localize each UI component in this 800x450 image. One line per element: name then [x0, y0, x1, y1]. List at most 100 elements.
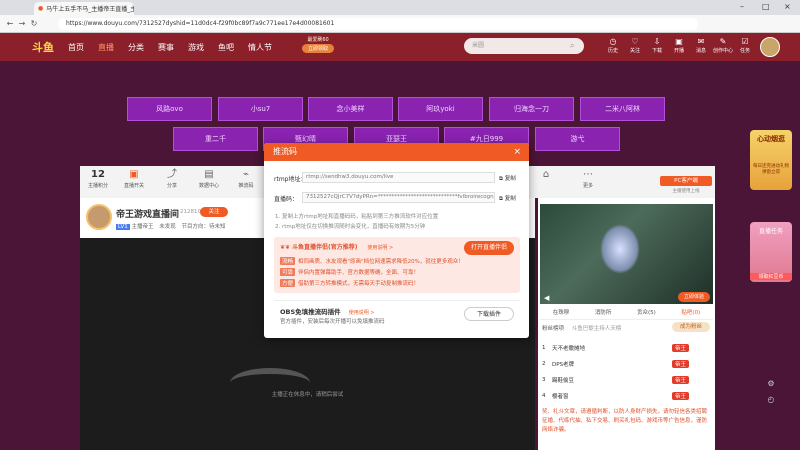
- tab-title: 马牛上五手不马_主播帝王直播_主: [46, 6, 134, 13]
- stream-code-icon: ⌁: [242, 169, 250, 180]
- streamer-title: 帝王游戏直播间: [116, 210, 180, 220]
- url-input[interactable]: https://www.douyu.com/7312527dyshid=11d0…: [58, 17, 698, 30]
- live-switch-button[interactable]: ▣ 直播开关: [120, 168, 148, 189]
- live-switch-icon: ▣: [129, 169, 139, 180]
- window-close-icon[interactable]: ×: [784, 2, 791, 11]
- data-center-button[interactable]: ▤ 数据中心: [194, 168, 224, 189]
- obs-desc: 官方插件，安装后每次开播可以免填推流码: [280, 319, 385, 325]
- nav-valentine[interactable]: 情人节: [248, 42, 272, 53]
- tab-item[interactable]: 贴吧(0): [681, 308, 700, 319]
- nav-games[interactable]: 游戏: [188, 42, 204, 53]
- code-label: 直播码：: [274, 196, 299, 203]
- douyu-fish-icon: ❦❦: [280, 244, 291, 251]
- broadcast-icon: ▣: [675, 37, 683, 46]
- avatar[interactable]: [760, 37, 780, 57]
- gift-icon: ⌂: [542, 169, 550, 180]
- follow-button[interactable]: ♡ 关注: [626, 37, 644, 55]
- creator-icon: ✎: [719, 37, 727, 46]
- stream-code-input[interactable]: 7312527cQJrC7V?dyPRn=*******************…: [302, 192, 495, 203]
- rank-row[interactable]: 4 樱者窗 帝王: [542, 388, 712, 404]
- instruction-2: 2. rtmp地址仅在切换推流随时会变化，直播码有效期为5分钟: [275, 224, 426, 230]
- dialog-close-icon[interactable]: ×: [513, 143, 521, 161]
- timer-icon[interactable]: ◴: [756, 392, 786, 408]
- site-header: 斗鱼 首页 直播 分类 赛事 游戏 鱼吧 情人节 最爱刷60 立即领取 米圆 ⌕…: [0, 33, 800, 61]
- follow-button[interactable]: 关注: [200, 207, 228, 217]
- copy-icon: ⧉: [499, 196, 503, 202]
- message-button[interactable]: ✉ 消息: [692, 37, 710, 55]
- open-companion-button[interactable]: 打开直播伴侣: [464, 241, 514, 255]
- rtmp-input[interactable]: rtmp://sendhw3.douyu.com/live: [302, 172, 495, 183]
- right-tabs: 在珠穆 消防所 贡众(5) 贴吧(0): [540, 308, 713, 320]
- reload-icon[interactable]: ↻: [28, 19, 40, 28]
- fans-rank-list: 1 天不老撒摊地 帝王 2 DPS老牌 帝王 3 踢鞋偷豆 帝王 4 樱者窗 帝王: [542, 340, 712, 406]
- creator-button[interactable]: ✎ 创作中心: [712, 37, 734, 55]
- broadcast-button[interactable]: ▣ 开播: [670, 37, 688, 55]
- task-banner[interactable]: 直播任务 领取红豆币: [750, 222, 792, 282]
- back-icon[interactable]: ←: [4, 19, 16, 28]
- heart-event-banner[interactable]: 心动烟逛 每日还完进动礼物弹窗立得: [750, 130, 792, 190]
- category-button[interactable]: 风路ovo: [127, 97, 212, 121]
- search-icon[interactable]: ⌕: [570, 41, 574, 51]
- rank-row[interactable]: 2 DPS老牌 帝王: [542, 356, 712, 372]
- pc-client-button[interactable]: PC客户端: [660, 176, 712, 186]
- browser-tab[interactable]: ● 马牛上五手不马_主播帝王直播_主 ×: [34, 2, 134, 15]
- instruction-1: 1. 复制上方rtmp地址和直播码码，粘贴到第三方推流软件对应位置: [275, 214, 439, 220]
- stream-code-button[interactable]: ⌁ 推流码: [234, 168, 258, 189]
- copy-code-button[interactable]: ⧉ 复制: [499, 194, 516, 203]
- dialog-header: 推流码 ×: [264, 143, 529, 161]
- offline-status: 主播正在休息中，请稍后尝试: [271, 392, 344, 398]
- score-counter[interactable]: 12 主播积分: [86, 168, 110, 189]
- share-icon: ⤴: [167, 169, 177, 180]
- forward-icon[interactable]: →: [16, 19, 28, 28]
- preview-video[interactable]: 立即体验 ◀: [540, 204, 713, 304]
- category-button[interactable]: 游弋: [535, 127, 620, 151]
- nav-home[interactable]: 首页: [68, 42, 84, 53]
- category-button[interactable]: 二米八阿林: [580, 97, 665, 121]
- nav-events[interactable]: 赛事: [158, 42, 174, 53]
- streamer-avatar[interactable]: [86, 204, 112, 230]
- fans-header: 粉丝榜项 斗鱼巴黎主持人天榜: [542, 326, 622, 332]
- download-button[interactable]: ⇩ 下载: [648, 37, 666, 55]
- follow-icon: ♡: [631, 37, 639, 46]
- douyu-logo[interactable]: 斗鱼: [32, 39, 54, 55]
- category-button[interactable]: 阿玖yoki: [398, 97, 483, 121]
- rank-row[interactable]: 3 踢鞋偷豆 帝王: [542, 372, 712, 388]
- category-button[interactable]: 念小美样: [308, 97, 393, 121]
- tab-item[interactable]: 在珠穆: [553, 308, 570, 319]
- promo-badge[interactable]: 最爱刷60 立即领取: [302, 36, 335, 53]
- tab-item[interactable]: 消防所: [595, 308, 612, 319]
- side-activity: 心动烟逛 每日还完进动礼物弹窗立得 直播任务 领取红豆币 ⚙ ◴: [750, 130, 792, 404]
- share-button[interactable]: ⤴ 分享: [160, 168, 184, 189]
- minimize-icon[interactable]: –: [740, 2, 744, 11]
- side-tools: ⚙ ◴: [756, 376, 786, 408]
- game-character: [600, 224, 640, 274]
- rank-row[interactable]: 1 天不老撒摊地 帝王: [542, 340, 712, 356]
- obs-title-row: OBS免填推流码插件 使用说明 >: [280, 308, 375, 316]
- browser-tab-bar: ● 马牛上五手不马_主播帝王直播_主 × – □ ×: [0, 0, 800, 15]
- task-button[interactable]: ☑ 任务: [736, 37, 754, 55]
- category-button[interactable]: 小su7: [218, 97, 303, 121]
- download-plugin-button[interactable]: 下载插件: [464, 307, 514, 321]
- category-button[interactable]: 重二千: [173, 127, 258, 151]
- address-bar: ← → ↻ https://www.douyu.com/7312527dyshi…: [0, 15, 800, 33]
- search-input[interactable]: 米圆: [464, 38, 584, 54]
- category-button[interactable]: 归海念一刀: [489, 97, 574, 121]
- volume-icon[interactable]: ◀: [544, 294, 549, 302]
- safety-notice: 奖、礼斗文章，请遵循判断，以防人身财产损失，请勿轻信各类招聘征婚、代练代抽、私下…: [542, 409, 708, 433]
- promo-line: 流畅 相同画质、水友观看"原画"档位网速需求降低20%，就往更多观众！: [280, 257, 464, 265]
- more-button[interactable]: ⋯ 更多: [578, 168, 598, 189]
- try-now-button[interactable]: 立即体验: [678, 292, 710, 302]
- history-button[interactable]: ◷ 历史: [604, 37, 622, 55]
- nav-live[interactable]: 直播: [98, 42, 114, 53]
- gift-button[interactable]: ⌂: [536, 168, 556, 182]
- settings-icon[interactable]: ⚙: [756, 376, 786, 392]
- dialog-title: 推流码: [273, 147, 297, 156]
- copy-rtmp-button[interactable]: ⧉ 复制: [499, 174, 516, 183]
- nav-fishbar[interactable]: 鱼吧: [218, 42, 234, 53]
- join-fans-button[interactable]: 成为粉丝: [672, 322, 710, 332]
- tab-item[interactable]: 贡众(5): [637, 308, 656, 319]
- maximize-icon[interactable]: □: [762, 2, 770, 11]
- streamer-meta: LV1 主播帝王 未发现 节目方向：待未知: [116, 224, 226, 230]
- nav-category[interactable]: 分类: [128, 42, 144, 53]
- companion-promo: ❦❦ 斗鱼直播伴侣(官方推荐) 使用说明 > 打开直播伴侣 流畅 相同画质、水友观…: [274, 237, 520, 293]
